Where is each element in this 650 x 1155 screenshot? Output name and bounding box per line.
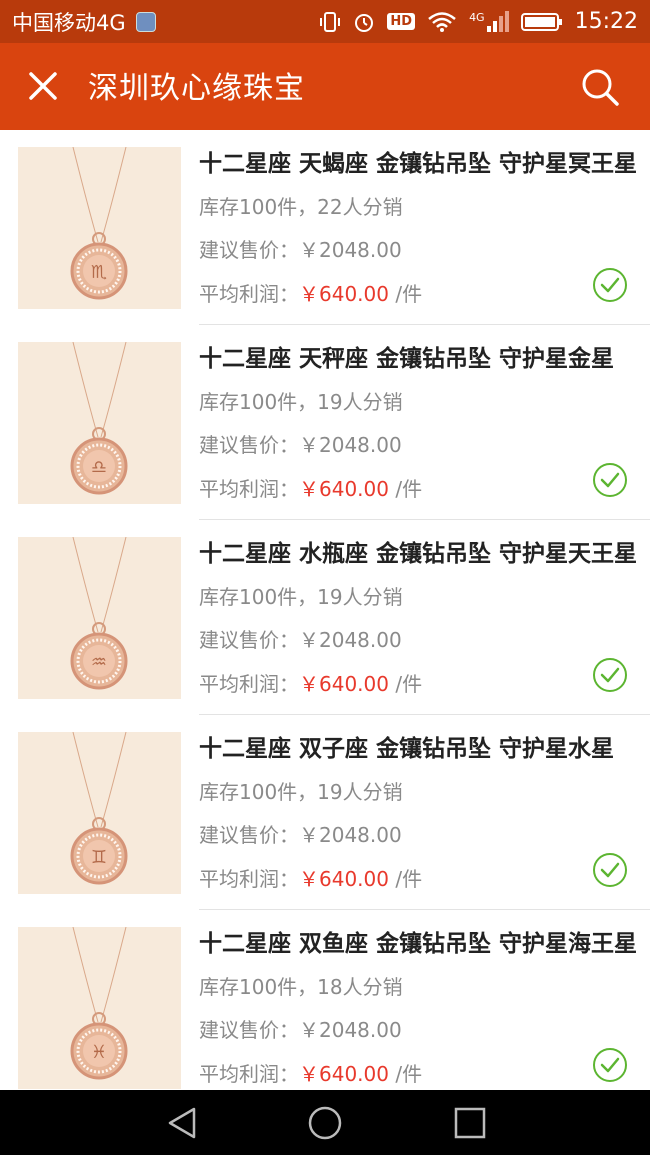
- check-circle-icon[interactable]: [592, 1047, 628, 1083]
- pendant-image: ♏: [70, 147, 128, 300]
- profit-value: ￥640.00: [299, 867, 389, 891]
- profit-unit: /件: [388, 477, 423, 501]
- alarm-icon: [355, 13, 374, 32]
- home-icon[interactable]: [307, 1105, 343, 1141]
- profit-label: 平均利润：: [199, 1062, 299, 1086]
- suggested-price: 建议售价：￥2048.00: [199, 234, 402, 263]
- clock: 15:22: [574, 9, 638, 34]
- profit-value: ￥640.00: [299, 672, 389, 696]
- price-value: ￥2048.00: [299, 1018, 402, 1042]
- suggested-price: 建议售价：￥2048.00: [199, 1014, 402, 1043]
- profit-unit: /件: [388, 282, 423, 306]
- price-label: 建议售价：: [199, 823, 299, 847]
- product-thumbnail[interactable]: ♎: [18, 342, 181, 504]
- status-bar: 中国移动4G HD 4G 15:22: [0, 0, 650, 43]
- average-profit: 平均利润：￥640.00 /件: [199, 473, 422, 502]
- check-circle-icon[interactable]: [592, 267, 628, 303]
- svg-text:♎: ♎: [91, 457, 107, 478]
- back-icon[interactable]: [164, 1105, 200, 1141]
- pendant-image: ♎: [70, 342, 128, 495]
- price-value: ￥2048.00: [299, 433, 402, 457]
- product-title[interactable]: 十二星座 水瓶座 金镶钻吊坠 守护星天王星: [199, 534, 641, 568]
- stock-info: 库存100件，19人分销: [199, 780, 403, 804]
- profit-label: 平均利润：: [199, 282, 299, 306]
- price-label: 建议售价：: [199, 628, 299, 652]
- stock-info: 库存100件，19人分销: [199, 390, 403, 414]
- svg-text:♏: ♏: [91, 262, 107, 283]
- price-label: 建议售价：: [199, 433, 299, 457]
- average-profit: 平均利润：￥640.00 /件: [199, 1058, 422, 1087]
- signal-icon: 4G: [469, 11, 509, 32]
- product-title[interactable]: 十二星座 双鱼座 金镶钻吊坠 守护星海王星: [199, 924, 641, 958]
- pendant-image: ♒: [70, 537, 128, 690]
- hd-badge: HD: [387, 13, 416, 30]
- product-list: ♏ 十二星座 天蝎座 金镶钻吊坠 守护星冥王星 库存100件，22人分销 建议售…: [0, 130, 650, 1090]
- profit-unit: /件: [388, 1062, 423, 1086]
- product-title[interactable]: 十二星座 双子座 金镶钻吊坠 守护星水星: [199, 729, 641, 763]
- stock-info: 库存100件，18人分销: [199, 975, 403, 999]
- price-value: ￥2048.00: [299, 628, 402, 652]
- network-type-label: 4G: [469, 11, 485, 24]
- average-profit: 平均利润：￥640.00 /件: [199, 863, 422, 892]
- list-item[interactable]: ♓ 十二星座 双鱼座 金镶钻吊坠 守护星海王星 库存100件，18人分销 建议售…: [0, 910, 650, 1090]
- suggested-price: 建议售价：￥2048.00: [199, 429, 402, 458]
- stock-info: 库存100件，22人分销: [199, 195, 403, 219]
- average-profit: 平均利润：￥640.00 /件: [199, 668, 422, 697]
- recent-apps-icon[interactable]: [452, 1105, 488, 1141]
- price-value: ￥2048.00: [299, 823, 402, 847]
- product-thumbnail[interactable]: ♒: [18, 537, 181, 699]
- product-thumbnail[interactable]: ♊: [18, 732, 181, 894]
- product-thumbnail[interactable]: ♓: [18, 927, 181, 1089]
- notification-app-icon: [135, 11, 156, 32]
- list-item[interactable]: ♊ 十二星座 双子座 金镶钻吊坠 守护星水星 库存100件，19人分销 建议售价…: [0, 715, 650, 910]
- navigation-bar: [0, 1090, 650, 1155]
- vibrate-icon: [320, 11, 341, 32]
- check-circle-icon[interactable]: [592, 462, 628, 498]
- suggested-price: 建议售价：￥2048.00: [199, 624, 402, 653]
- close-icon[interactable]: [26, 69, 60, 103]
- average-profit: 平均利润：￥640.00 /件: [199, 278, 422, 307]
- search-icon[interactable]: [580, 67, 620, 107]
- profit-unit: /件: [388, 672, 423, 696]
- svg-text:♓: ♓: [91, 1042, 107, 1063]
- check-circle-icon[interactable]: [592, 852, 628, 888]
- svg-text:♒: ♒: [91, 652, 107, 673]
- profit-label: 平均利润：: [199, 477, 299, 501]
- price-value: ￥2048.00: [299, 238, 402, 262]
- battery-icon: [520, 12, 562, 31]
- app-bar: 深圳玖心缘珠宝: [0, 43, 650, 130]
- pendant-image: ♓: [70, 927, 128, 1080]
- pendant-image: ♊: [70, 732, 128, 885]
- product-title[interactable]: 十二星座 天蝎座 金镶钻吊坠 守护星冥王星: [199, 144, 641, 178]
- price-label: 建议售价：: [199, 238, 299, 262]
- price-label: 建议售价：: [199, 1018, 299, 1042]
- svg-text:♊: ♊: [91, 847, 107, 868]
- product-thumbnail[interactable]: ♏: [18, 147, 181, 309]
- profit-unit: /件: [388, 867, 423, 891]
- stock-info: 库存100件，19人分销: [199, 585, 403, 609]
- list-item[interactable]: ♒ 十二星座 水瓶座 金镶钻吊坠 守护星天王星 库存100件，19人分销 建议售…: [0, 520, 650, 715]
- profit-label: 平均利润：: [199, 672, 299, 696]
- list-item[interactable]: ♏ 十二星座 天蝎座 金镶钻吊坠 守护星冥王星 库存100件，22人分销 建议售…: [0, 130, 650, 325]
- profit-value: ￥640.00: [299, 1062, 389, 1086]
- product-title[interactable]: 十二星座 天秤座 金镶钻吊坠 守护星金星: [199, 339, 641, 373]
- wifi-icon: [428, 11, 456, 32]
- check-circle-icon[interactable]: [592, 657, 628, 693]
- suggested-price: 建议售价：￥2048.00: [199, 819, 402, 848]
- page-title: 深圳玖心缘珠宝: [88, 71, 305, 106]
- carrier-label: 中国移动4G: [12, 10, 126, 35]
- profit-value: ￥640.00: [299, 282, 389, 306]
- profit-label: 平均利润：: [199, 867, 299, 891]
- list-item[interactable]: ♎ 十二星座 天秤座 金镶钻吊坠 守护星金星 库存100件，19人分销 建议售价…: [0, 325, 650, 520]
- profit-value: ￥640.00: [299, 477, 389, 501]
